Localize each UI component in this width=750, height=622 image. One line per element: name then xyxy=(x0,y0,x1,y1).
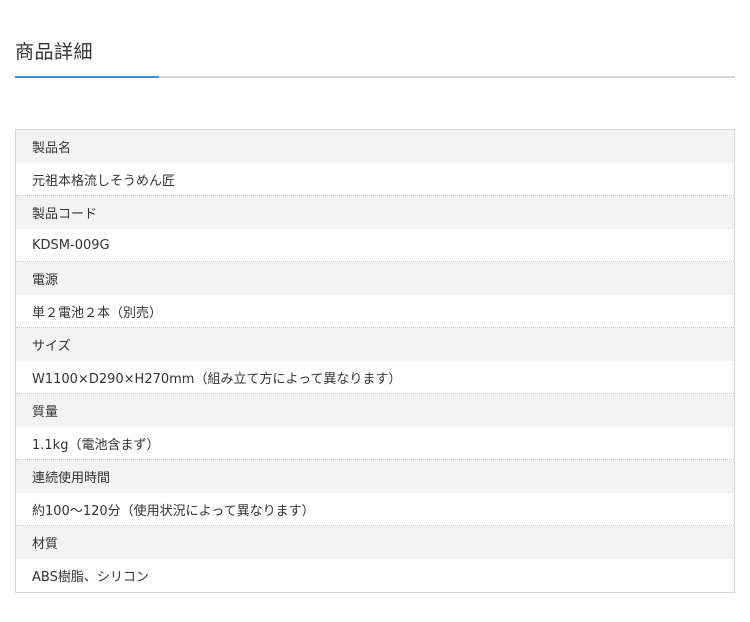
spec-value-size: W1100×D290×H270mm（組み立て方によって異なります） xyxy=(16,361,734,394)
spec-value-product-code: KDSM-009G xyxy=(16,229,734,262)
spec-label-power: 電源 xyxy=(16,262,734,295)
spec-value-power: 単２電池２本（別売） xyxy=(16,295,734,328)
product-spec-table: 製品名 元祖本格流しそうめん匠 製品コード KDSM-009G 電源 単２電池２… xyxy=(15,129,735,593)
spec-value-run-time: 約100～120分（使用状況によって異なります） xyxy=(16,493,734,526)
spec-label-product-name: 製品名 xyxy=(16,130,734,163)
spec-label-product-code: 製品コード xyxy=(16,196,734,229)
spec-value-weight: 1.1kg（電池含まず） xyxy=(16,427,734,460)
spec-label-run-time: 連続使用時間 xyxy=(16,460,734,493)
header-accent-underline xyxy=(15,76,159,78)
spec-label-weight: 質量 xyxy=(16,394,734,427)
spec-value-product-name: 元祖本格流しそうめん匠 xyxy=(16,163,734,196)
spec-label-size: サイズ xyxy=(16,328,734,361)
section-title: 商品詳細 xyxy=(15,41,94,63)
section-header: 商品詳細 xyxy=(15,38,735,78)
spec-value-material: ABS樹脂、シリコン xyxy=(16,559,734,592)
spec-label-material: 材質 xyxy=(16,526,734,559)
